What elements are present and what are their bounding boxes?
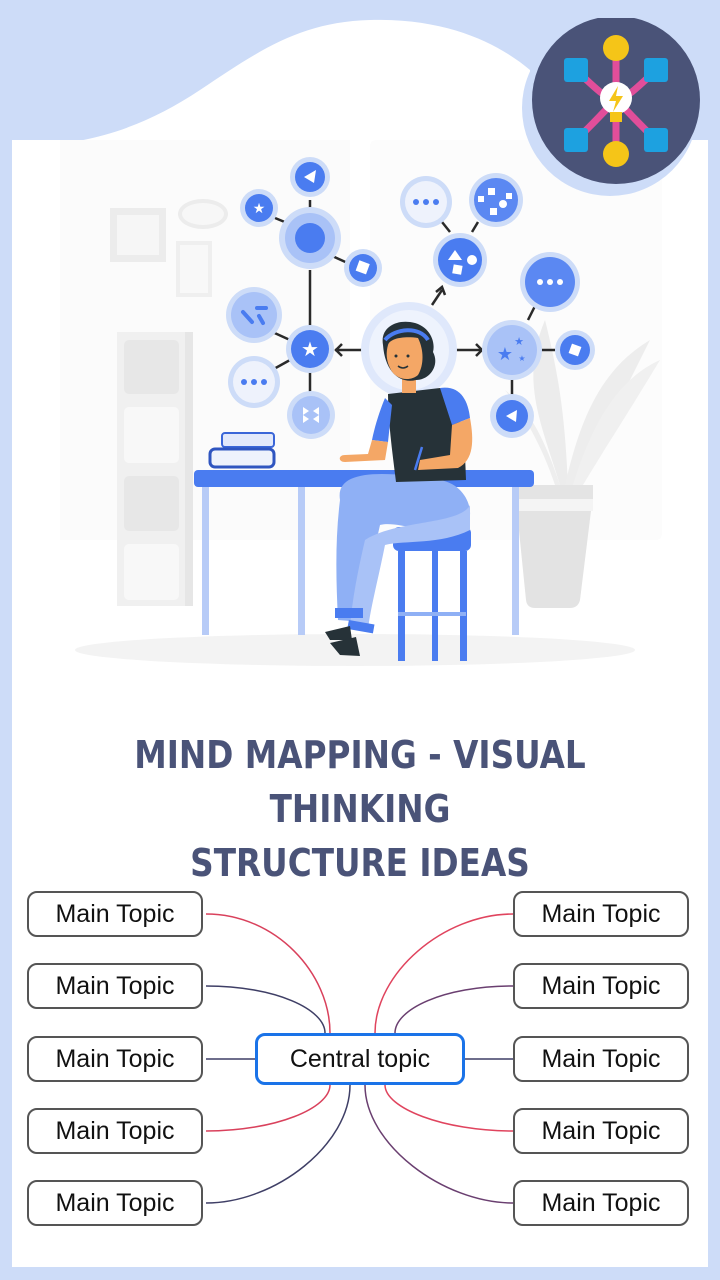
svg-text:★: ★ xyxy=(514,336,524,348)
svg-text:★: ★ xyxy=(518,354,525,363)
illus-node xyxy=(226,287,282,343)
main-topic-right-2[interactable]: Main Topic xyxy=(513,963,689,1009)
connector-left-4 xyxy=(205,1084,331,1132)
illus-node xyxy=(490,394,534,438)
main-topic-right-3[interactable]: Main Topic xyxy=(513,1036,689,1082)
illus-node xyxy=(344,249,382,287)
svg-text:★: ★ xyxy=(301,339,319,361)
title-line-1: MIND MAPPING - VISUAL THINKING xyxy=(134,733,586,831)
illus-node xyxy=(469,173,523,227)
illus-node xyxy=(520,252,580,312)
page-title: MIND MAPPING - VISUAL THINKING STRUCTURE… xyxy=(50,728,669,890)
main-topic-right-4[interactable]: Main Topic xyxy=(513,1108,689,1154)
connector-right-1 xyxy=(374,913,514,1034)
main-topic-left-3[interactable]: Main Topic xyxy=(27,1036,203,1082)
main-topic-left-1[interactable]: Main Topic xyxy=(27,891,203,937)
illus-node xyxy=(400,176,452,228)
connector-left-1 xyxy=(205,913,331,1034)
connector-right-5 xyxy=(364,1084,514,1204)
illus-node xyxy=(290,157,330,197)
mind-map-lightbulb-icon xyxy=(522,18,700,196)
illus-node: ★ xyxy=(240,189,278,227)
central-topic[interactable]: Central topic xyxy=(255,1033,465,1085)
connector-left-2 xyxy=(205,985,326,1034)
illus-node xyxy=(287,391,335,439)
illus-node xyxy=(228,356,280,408)
main-topic-right-5[interactable]: Main Topic xyxy=(513,1180,689,1226)
connector-right-2 xyxy=(394,985,514,1034)
svg-text:★: ★ xyxy=(253,200,266,216)
illus-node xyxy=(555,330,595,370)
main-topic-left-5[interactable]: Main Topic xyxy=(27,1180,203,1226)
illus-node xyxy=(279,207,341,269)
illus-node: ★ ★ ★ xyxy=(482,320,542,380)
illus-node xyxy=(433,233,487,287)
svg-text:★: ★ xyxy=(497,344,513,364)
cabinet xyxy=(117,332,193,606)
connector-left-5 xyxy=(205,1084,351,1204)
illus-node: ★ xyxy=(286,325,334,373)
main-topic-left-2[interactable]: Main Topic xyxy=(27,963,203,1009)
mind-map-diagram: Main Topic Main Topic Main Topic Main Topic… xyxy=(0,870,720,1250)
main-topic-right-1[interactable]: Main Topic xyxy=(513,891,689,937)
main-topic-left-4[interactable]: Main Topic xyxy=(27,1108,203,1154)
connector-right-4 xyxy=(384,1084,514,1132)
